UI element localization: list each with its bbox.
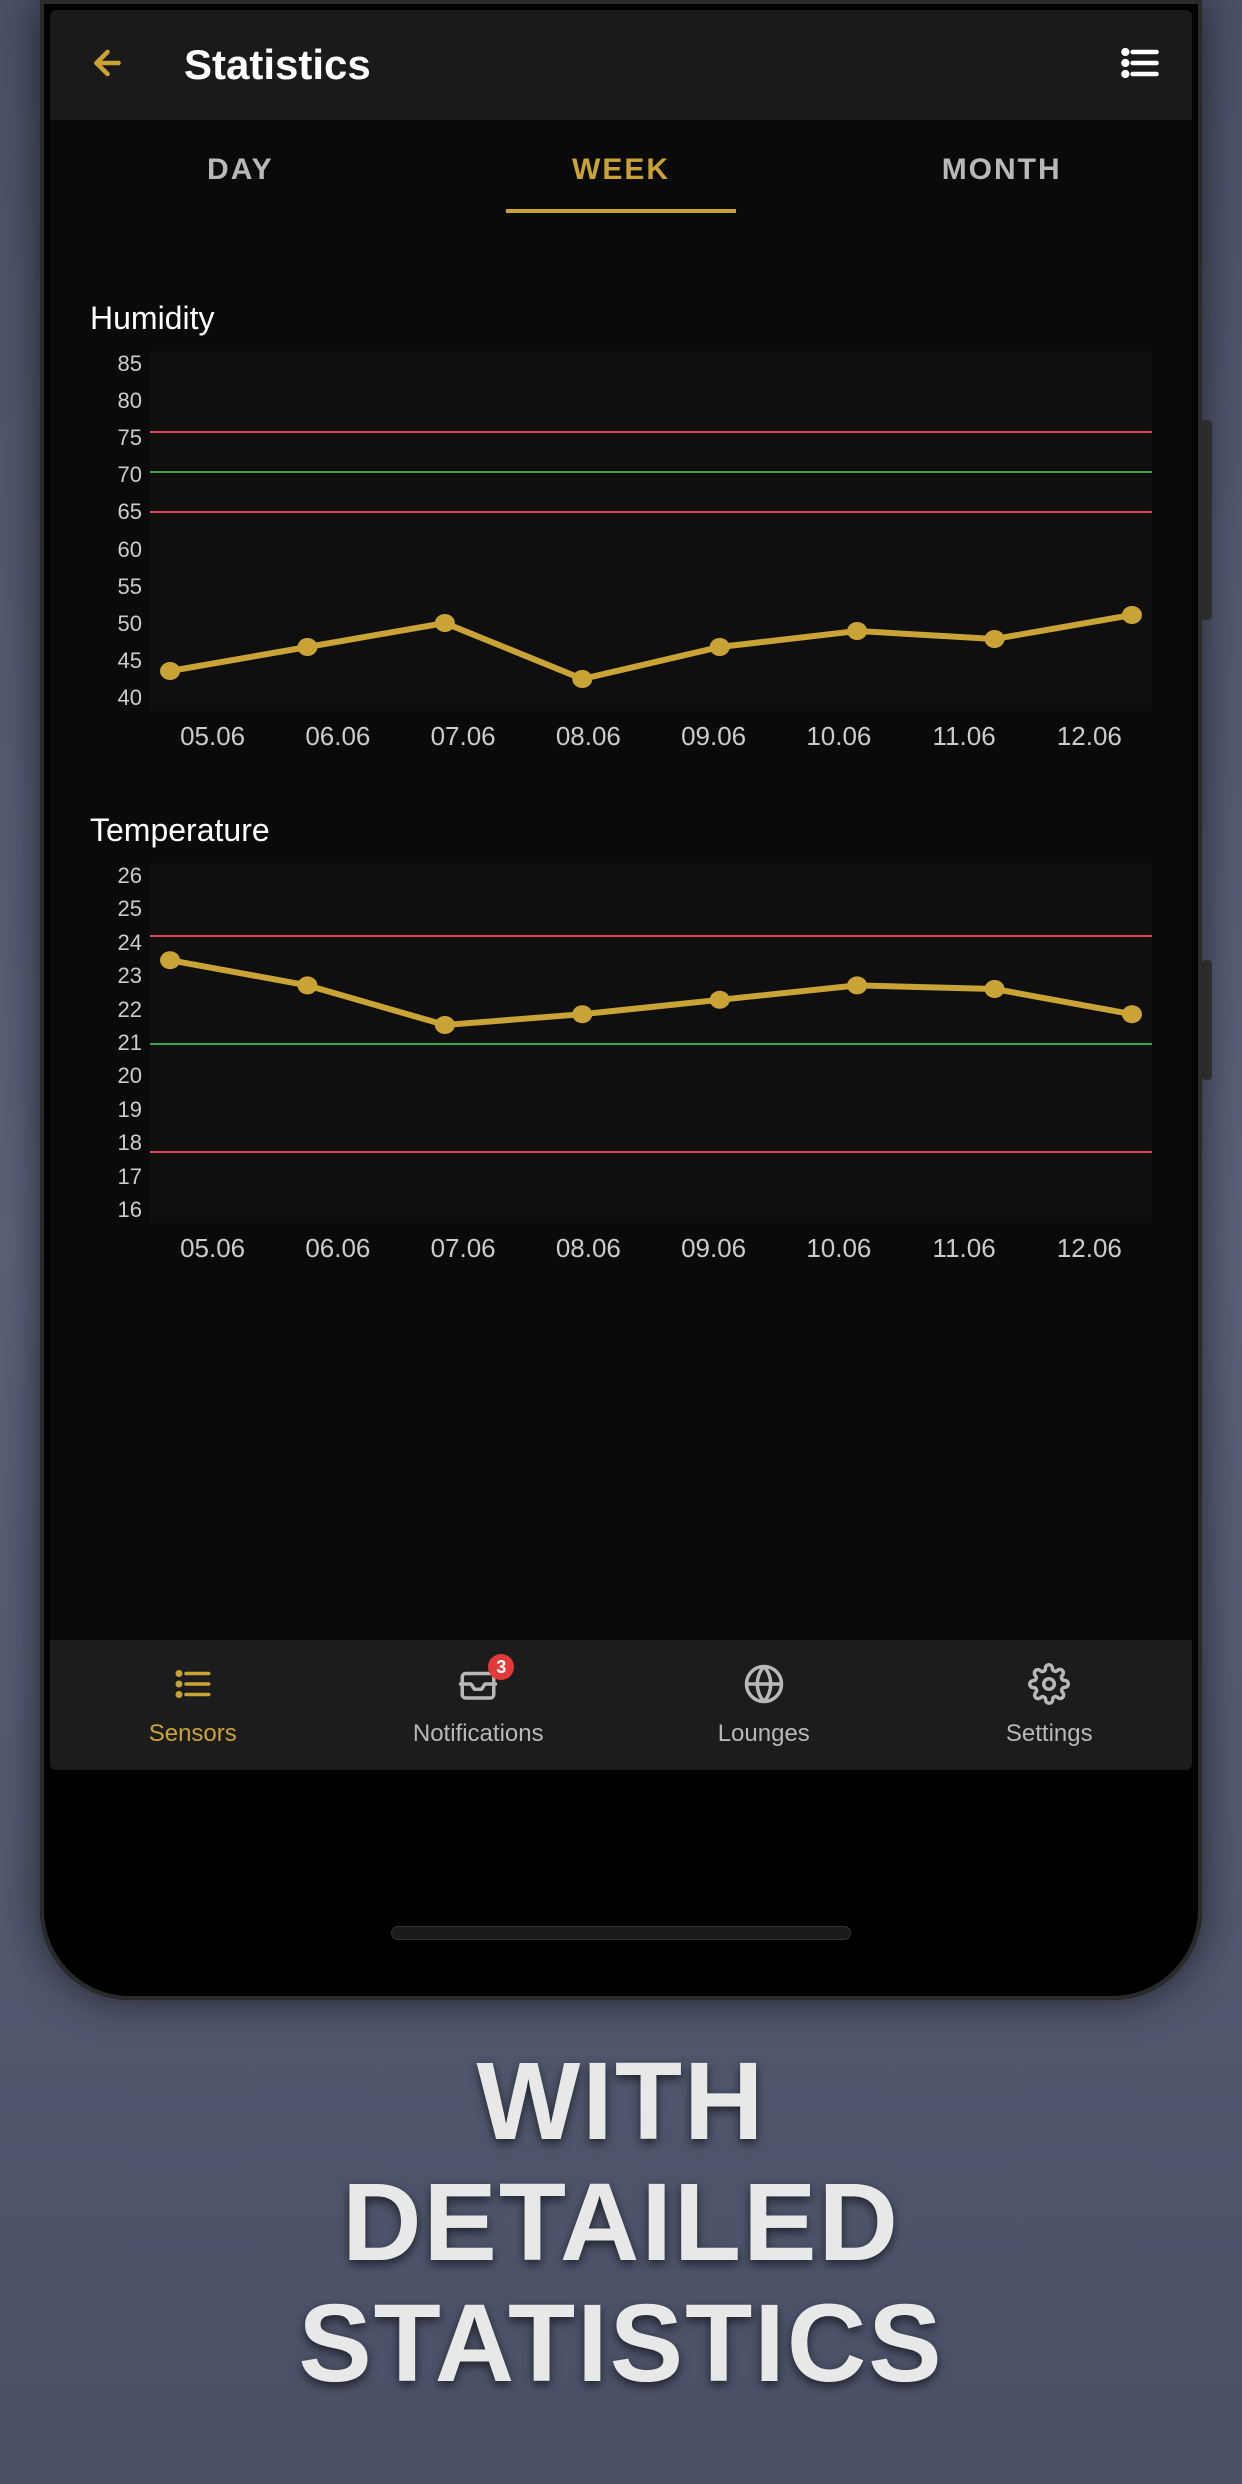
globe-icon: [743, 1663, 785, 1720]
humidity-x-axis: 05.0606.0607.0608.0609.0610.0611.0612.06: [150, 721, 1152, 752]
nav-label: Notifications: [413, 1720, 544, 1748]
phone-speaker: [391, 1926, 851, 1940]
humidity-chart-title: Humidity: [90, 300, 1152, 337]
list-icon[interactable]: [1118, 41, 1162, 90]
nav-sensors[interactable]: Sensors: [50, 1640, 336, 1770]
phone-frame: Statistics DAY WEEK MONTH Humidity 85807…: [40, 0, 1202, 2000]
nav-label: Sensors: [149, 1720, 237, 1748]
gear-icon: [1028, 1663, 1070, 1720]
nav-settings[interactable]: Settings: [907, 1640, 1193, 1770]
marketing-line: WITH: [0, 2041, 1242, 2162]
back-arrow-icon[interactable]: [80, 41, 124, 90]
tab-month[interactable]: MONTH: [811, 129, 1192, 211]
period-tabs: DAY WEEK MONTH: [50, 120, 1192, 220]
phone-volume-button: [1202, 420, 1212, 620]
temperature-chart-title: Temperature: [90, 812, 1152, 849]
temperature-x-axis: 05.0606.0607.0608.0609.0610.0611.0612.06: [150, 1233, 1152, 1264]
marketing-line: STATISTICS: [0, 2283, 1242, 2404]
page-title: Statistics: [184, 41, 1118, 89]
temperature-y-axis: 2625242322212019181716: [90, 863, 150, 1223]
bottom-nav: Sensors 3 Notifications Loung: [50, 1640, 1192, 1770]
humidity-chart: Humidity 85807570656055504540 05.0606.06…: [90, 300, 1152, 752]
notification-badge: 3: [488, 1654, 514, 1680]
charts-container: Humidity 85807570656055504540 05.0606.06…: [50, 220, 1192, 1640]
nav-label: Lounges: [718, 1720, 810, 1748]
humidity-plot[interactable]: [150, 351, 1152, 711]
tab-day[interactable]: DAY: [50, 129, 431, 211]
temperature-plot[interactable]: [150, 863, 1152, 1223]
list-icon: [172, 1663, 214, 1720]
marketing-line: DETAILED: [0, 2162, 1242, 2283]
nav-notifications[interactable]: 3 Notifications: [336, 1640, 622, 1770]
app-screen: Statistics DAY WEEK MONTH Humidity 85807…: [50, 10, 1192, 1770]
phone-power-button: [1202, 960, 1212, 1080]
nav-lounges[interactable]: Lounges: [621, 1640, 907, 1770]
nav-label: Settings: [1006, 1720, 1093, 1748]
app-header: Statistics: [50, 10, 1192, 120]
humidity-y-axis: 85807570656055504540: [90, 351, 150, 711]
tab-week[interactable]: WEEK: [431, 129, 812, 211]
temperature-chart: Temperature 2625242322212019181716 05.06…: [90, 812, 1152, 1264]
marketing-text: WITH DETAILED STATISTICS: [0, 2041, 1242, 2404]
